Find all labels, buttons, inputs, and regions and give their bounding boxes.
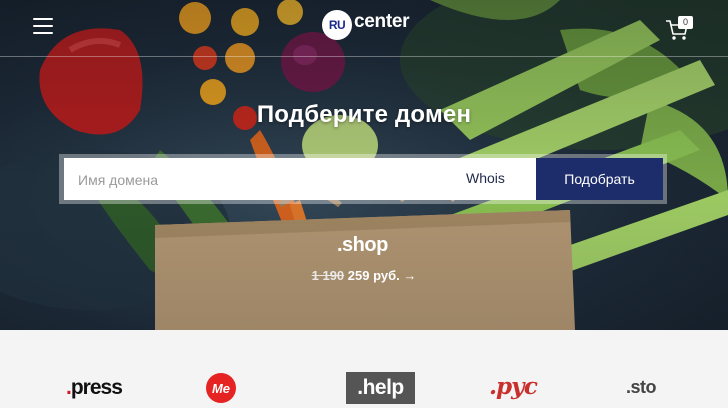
rucenter-logo[interactable]: RU center: [322, 10, 412, 42]
cart-count-badge: 0: [678, 16, 693, 29]
logo-text: center: [354, 11, 410, 32]
zone-logo-help[interactable]: .help: [346, 372, 415, 404]
header-divider: [0, 56, 728, 57]
logo-badge: RU: [322, 10, 352, 40]
promo-new-price: 259 руб.: [347, 268, 400, 283]
domain-search-input[interactable]: [76, 169, 460, 191]
page-title: Подберите домен: [256, 101, 472, 128]
promo-price[interactable]: 1 190 259 руб. →: [0, 268, 728, 283]
promo-old-price: 1 190: [311, 268, 345, 283]
zone-logo-press[interactable]: .press: [66, 376, 123, 400]
pick-domain-button[interactable]: Подобрать: [536, 158, 663, 200]
zone-logo-me[interactable]: Me: [206, 373, 236, 403]
zones-strip: .press Me .help .рус .sto: [0, 330, 728, 408]
promo-zone-logo[interactable]: .shop: [337, 234, 388, 257]
whois-link[interactable]: Whois: [466, 170, 505, 186]
zone-logo-store[interactable]: .sto: [626, 377, 657, 398]
hamburger-menu-icon[interactable]: [33, 18, 53, 36]
arrow-right-icon: →: [403, 268, 417, 283]
zone-logo-rus[interactable]: .рус: [489, 373, 538, 400]
